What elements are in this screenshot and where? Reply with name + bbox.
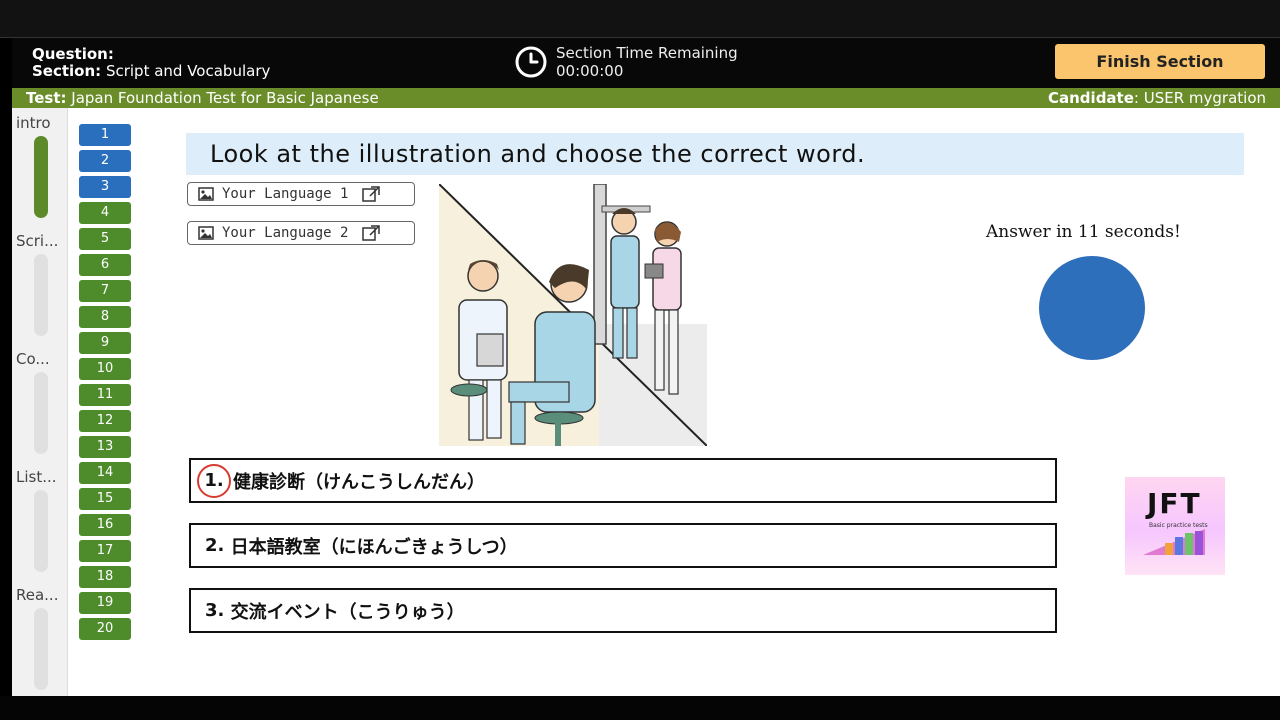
answer-countdown-text: Answer in 11 seconds! <box>986 222 1181 242</box>
test-info-bar: Test: Japan Foundation Test for Basic Ja… <box>12 88 1280 108</box>
question-nav-button[interactable]: 11 <box>79 384 131 406</box>
finish-section-button[interactable]: Finish Section <box>1055 44 1265 79</box>
rail-section-label: Scri... <box>16 232 59 250</box>
question-nav-button[interactable]: 16 <box>79 514 131 536</box>
question-nav-button[interactable]: 3 <box>79 176 131 198</box>
question-nav-button[interactable]: 19 <box>79 592 131 614</box>
question-nav-button[interactable]: 18 <box>79 566 131 588</box>
clock-icon <box>515 46 547 78</box>
timer-value: 00:00:00 <box>556 62 624 80</box>
question-nav-button[interactable]: 5 <box>79 228 131 250</box>
question-nav-button[interactable]: 13 <box>79 436 131 458</box>
question-nav-button[interactable]: 12 <box>79 410 131 432</box>
image-icon <box>198 187 214 201</box>
question-illustration <box>439 184 707 446</box>
question-nav-button[interactable]: 9 <box>79 332 131 354</box>
candidate-name: : USER mygration <box>1133 89 1266 107</box>
choice-number: 2. <box>205 535 225 556</box>
language-label: Your Language 1 <box>222 186 349 202</box>
screen: Question: Section: Script and Vocabulary… <box>0 0 1280 720</box>
choice-number: 1. <box>197 463 231 498</box>
countdown-circle <box>1039 256 1145 360</box>
language-label: Your Language 2 <box>222 225 349 241</box>
rail-section-label: Co... <box>16 350 50 368</box>
question-nav-button[interactable]: 14 <box>79 462 131 484</box>
test-label: Test: <box>26 89 67 107</box>
question-nav-button[interactable]: 6 <box>79 254 131 276</box>
test-name: Japan Foundation Test for Basic Japanese <box>71 89 379 107</box>
answer-choice-2[interactable]: 2. 日本語教室（にほんごきょうしつ） <box>189 523 1057 568</box>
choice-text: 健康診断（けんこうしんだん） <box>233 471 485 493</box>
rail-section-label: Rea... <box>16 586 59 604</box>
question-nav-button[interactable]: 10 <box>79 358 131 380</box>
question-nav-button[interactable]: 4 <box>79 202 131 224</box>
section-timer: Section Time Remaining 00:00:00 <box>514 44 738 80</box>
external-link-icon <box>362 186 381 202</box>
answer-choice-3[interactable]: 3. 交流イベント（こうりゅう） <box>189 588 1057 633</box>
external-link-icon <box>362 225 381 241</box>
question-nav-button[interactable]: 1 <box>79 124 131 146</box>
section-rail: intro Scri... Co... List... Rea... <box>12 108 68 696</box>
section-progress-track <box>34 254 48 336</box>
question-nav-button[interactable]: 17 <box>79 540 131 562</box>
header-info: Question: Section: Script and Vocabulary <box>32 46 270 80</box>
your-language-1-button[interactable]: Your Language 1 <box>187 182 415 206</box>
choice-text: 交流イベント（こうりゅう） <box>230 601 465 623</box>
section-label: Section: <box>32 62 102 80</box>
rail-section-label: List... <box>16 468 57 486</box>
choice-text: 日本語教室（にほんごきょうしつ） <box>230 536 518 558</box>
section-progress-track <box>34 372 48 454</box>
jft-logo: JFT Basic practice tests <box>1125 477 1225 575</box>
question-nav-button[interactable]: 7 <box>79 280 131 302</box>
logo-graphic <box>1143 529 1205 555</box>
question-nav-button[interactable]: 8 <box>79 306 131 328</box>
question-nav-button[interactable]: 20 <box>79 618 131 640</box>
question-label: Question: <box>32 45 114 63</box>
section-progress-track <box>34 136 48 218</box>
choice-number: 3. <box>205 600 225 621</box>
question-nav-button[interactable]: 2 <box>79 150 131 172</box>
section-progress-track <box>34 490 48 572</box>
candidate-label: Candidate <box>1048 89 1134 107</box>
bottom-strip <box>0 696 1280 720</box>
image-icon <box>198 226 214 240</box>
question-instruction: Look at the illustration and choose the … <box>186 133 1244 175</box>
timer-title: Section Time Remaining <box>556 44 738 62</box>
answer-choice-1[interactable]: 1. 健康診断（けんこうしんだん） <box>189 458 1057 503</box>
section-name: Script and Vocabulary <box>105 62 271 80</box>
rail-section-label: intro <box>16 114 51 132</box>
question-nav-button[interactable]: 15 <box>79 488 131 510</box>
your-language-2-button[interactable]: Your Language 2 <box>187 221 415 245</box>
header-bar: Question: Section: Script and Vocabulary… <box>12 38 1280 88</box>
question-navigation: 1 2 3 4 5 6 7 8 9 10 11 12 13 14 15 16 17 18 19 20 <box>79 124 133 644</box>
section-progress-track <box>34 608 48 690</box>
exam-app: Question: Section: Script and Vocabulary… <box>12 38 1280 696</box>
window-top-strip <box>0 0 1280 38</box>
